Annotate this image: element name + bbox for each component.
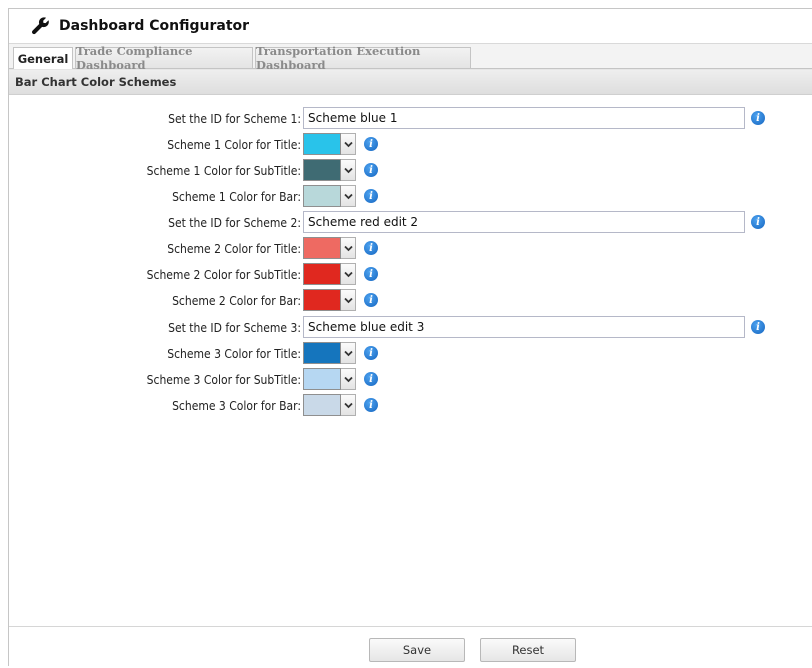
scheme-2-bar-color-row: Scheme 2 Color for Bar: i xyxy=(9,289,769,313)
info-icon[interactable]: i xyxy=(751,320,765,334)
dashboard-configurator-window: Dashboard Configurator General Trade Com… xyxy=(8,8,812,668)
scheme-3-title-color-picker[interactable] xyxy=(303,342,357,364)
color-swatch[interactable] xyxy=(303,368,341,390)
chevron-down-icon[interactable] xyxy=(341,185,356,207)
chevron-down-icon[interactable] xyxy=(341,263,356,285)
section-header: Bar Chart Color Schemes xyxy=(9,69,812,95)
scheme-3-subtitle-color-row: Scheme 3 Color for SubTitle: i xyxy=(9,368,769,392)
scheme-2-id-input[interactable]: Scheme red edit 2 xyxy=(303,211,745,233)
scheme-1-bar-color-picker[interactable] xyxy=(303,185,357,207)
section-title: Bar Chart Color Schemes xyxy=(15,75,177,89)
info-icon[interactable]: i xyxy=(364,189,378,203)
scheme-1-subtitle-color-picker[interactable] xyxy=(303,159,357,181)
color-swatch[interactable] xyxy=(303,342,341,364)
wrench-icon xyxy=(31,16,51,36)
scheme-2-title-color-picker[interactable] xyxy=(303,237,357,259)
tab-trade-compliance-dashboard[interactable]: Trade Compliance Dashboard xyxy=(75,44,253,72)
scheme-2-title-color-row: Scheme 2 Color for Title: i xyxy=(9,237,769,261)
info-icon[interactable]: i xyxy=(364,293,378,307)
reset-button[interactable]: Reset xyxy=(480,638,576,662)
tab-label: General xyxy=(17,51,69,66)
tab-transportation-execution-dashboard[interactable]: Transportation Execution Dashboard xyxy=(255,44,471,72)
info-icon[interactable]: i xyxy=(364,398,378,412)
scheme-1-id-label: Set the ID for Scheme 1: xyxy=(168,112,301,126)
scheme-3-id-label: Set the ID for Scheme 3: xyxy=(168,321,301,335)
scheme-3-bar-color-row: Scheme 3 Color for Bar: i xyxy=(9,394,769,418)
tab-label: Transportation Execution Dashboard xyxy=(256,44,421,72)
chevron-down-icon[interactable] xyxy=(341,159,356,181)
scheme-3-bar-color-picker[interactable] xyxy=(303,394,357,416)
scheme-3-id-input[interactable]: Scheme blue edit 3 xyxy=(303,316,745,338)
scheme-3-id-row: Set the ID for Scheme 3: Scheme blue edi… xyxy=(9,316,769,340)
tab-label: Trade Compliance Dashboard xyxy=(76,44,193,72)
info-icon[interactable]: i xyxy=(364,372,378,386)
info-icon[interactable]: i xyxy=(751,111,765,125)
scheme-1-id-input[interactable]: Scheme blue 1 xyxy=(303,107,745,129)
scheme-2-bar-color-picker[interactable] xyxy=(303,289,357,311)
chevron-down-icon[interactable] xyxy=(341,133,356,155)
color-swatch[interactable] xyxy=(303,237,341,259)
color-swatch[interactable] xyxy=(303,394,341,416)
window-title: Dashboard Configurator xyxy=(59,18,250,34)
scheme-1-subtitle-color-label: Scheme 1 Color for SubTitle: xyxy=(146,164,301,178)
color-swatch[interactable] xyxy=(303,289,341,311)
scheme-2-id-row: Set the ID for Scheme 2: Scheme red edit… xyxy=(9,211,769,235)
chevron-down-icon[interactable] xyxy=(341,368,356,390)
scheme-2-bar-color-label: Scheme 2 Color for Bar: xyxy=(172,294,301,308)
info-icon[interactable]: i xyxy=(364,241,378,255)
window-title-bar: Dashboard Configurator xyxy=(9,9,812,44)
scheme-2-subtitle-color-picker[interactable] xyxy=(303,263,357,285)
color-swatch[interactable] xyxy=(303,133,341,155)
scheme-1-title-color-row: Scheme 1 Color for Title: i xyxy=(9,133,769,157)
color-swatch[interactable] xyxy=(303,159,341,181)
tab-bar: General Trade Compliance Dashboard Trans… xyxy=(9,44,812,72)
scheme-2-subtitle-color-label: Scheme 2 Color for SubTitle: xyxy=(146,268,301,282)
info-icon[interactable]: i xyxy=(364,267,378,281)
scheme-1-bar-color-label: Scheme 1 Color for Bar: xyxy=(172,190,301,204)
chevron-down-icon[interactable] xyxy=(341,289,356,311)
tab-general[interactable]: General xyxy=(13,47,73,69)
color-swatch[interactable] xyxy=(303,185,341,207)
footer-toolbar: Save Reset xyxy=(9,626,812,668)
save-button[interactable]: Save xyxy=(369,638,465,662)
scheme-3-subtitle-color-picker[interactable] xyxy=(303,368,357,390)
info-icon[interactable]: i xyxy=(751,215,765,229)
scheme-2-subtitle-color-row: Scheme 2 Color for SubTitle: i xyxy=(9,263,769,287)
chevron-down-icon[interactable] xyxy=(341,237,356,259)
info-icon[interactable]: i xyxy=(364,346,378,360)
chevron-down-icon[interactable] xyxy=(341,394,356,416)
color-swatch[interactable] xyxy=(303,263,341,285)
scheme-2-id-label: Set the ID for Scheme 2: xyxy=(168,216,301,230)
scheme-1-title-color-label: Scheme 1 Color for Title: xyxy=(167,138,301,152)
scheme-1-bar-color-row: Scheme 1 Color for Bar: i xyxy=(9,185,769,209)
info-icon[interactable]: i xyxy=(364,137,378,151)
scheme-2-title-color-label: Scheme 2 Color for Title: xyxy=(167,242,301,256)
info-icon[interactable]: i xyxy=(364,163,378,177)
scheme-3-bar-color-label: Scheme 3 Color for Bar: xyxy=(172,399,301,413)
scheme-3-title-color-label: Scheme 3 Color for Title: xyxy=(167,347,301,361)
scheme-1-id-row: Set the ID for Scheme 1: Scheme blue 1 i xyxy=(9,107,769,131)
scheme-3-subtitle-color-label: Scheme 3 Color for SubTitle: xyxy=(146,373,301,387)
scheme-1-title-color-picker[interactable] xyxy=(303,133,357,155)
scheme-3-title-color-row: Scheme 3 Color for Title: i xyxy=(9,342,769,366)
chevron-down-icon[interactable] xyxy=(341,342,356,364)
scheme-1-subtitle-color-row: Scheme 1 Color for SubTitle: i xyxy=(9,159,769,183)
